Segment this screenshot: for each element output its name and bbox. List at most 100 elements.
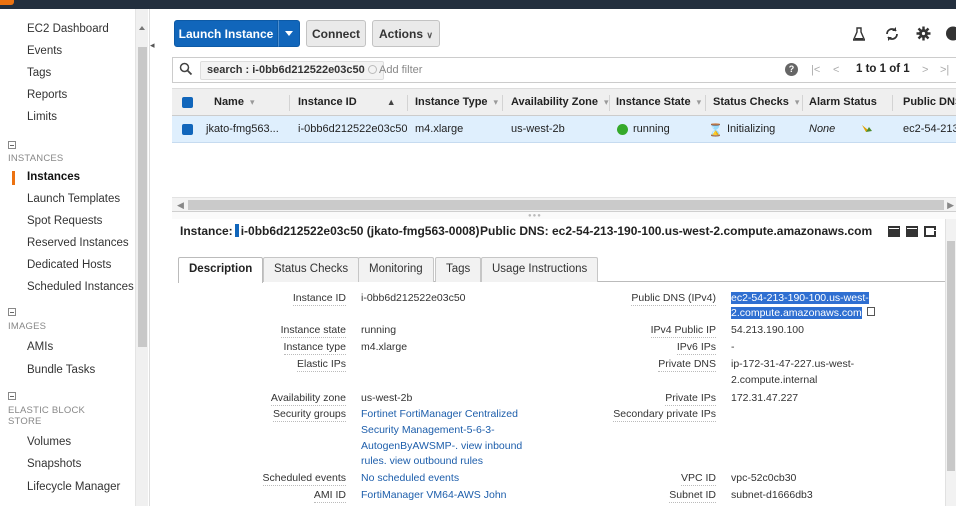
aws-logo[interactable] <box>0 0 14 5</box>
sidebar-item-dedicated-hosts[interactable]: Dedicated Hosts <box>27 259 111 271</box>
filter-help-icon[interactable]: ? <box>785 63 798 76</box>
cell-instance-state: running <box>633 123 670 135</box>
sidebar-scroll-thumb[interactable] <box>138 47 147 347</box>
top-nav-bar <box>0 0 956 9</box>
pane-layout-bottom-icon[interactable] <box>888 226 900 237</box>
tab-tags[interactable]: Tags <box>435 257 482 282</box>
column-instance-type[interactable]: Instance Type ▾ <box>415 89 498 116</box>
collapse-sidebar-icon[interactable]: ◂ <box>150 40 158 54</box>
actions-button[interactable]: Actions ∨ <box>372 20 440 47</box>
label-availability-zone: Availability zone <box>270 392 346 406</box>
label-public-dns: Public DNS (IPv4) <box>631 292 716 306</box>
label-instance-id: Instance ID <box>292 292 346 306</box>
launch-instance-dropdown[interactable] <box>278 20 300 47</box>
cell-public-dns: ec2-54-213- <box>903 123 956 135</box>
filter-token[interactable]: search : i-0bb6d212522e03c50 <box>200 61 384 80</box>
value-instance-state: running <box>361 324 397 336</box>
value-private-ips: 172.31.47.227 <box>731 392 799 404</box>
tab-status-checks[interactable]: Status Checks <box>263 257 360 282</box>
sidebar-item-tags[interactable]: Tags <box>27 67 51 79</box>
tab-description[interactable]: Description <box>178 257 264 283</box>
sidebar-item-spot-requests[interactable]: Spot Requests <box>27 215 102 227</box>
tab-usage-instructions[interactable]: Usage Instructions <box>481 257 599 282</box>
launch-instance-button[interactable]: Launch Instance <box>174 20 278 47</box>
sidebar-item-snapshots[interactable]: Snapshots <box>27 458 81 470</box>
next-page-icon[interactable]: > <box>922 64 928 76</box>
sidebar-item-reports[interactable]: Reports <box>27 89 67 101</box>
sidebar-item-launch-templates[interactable]: Launch Templates <box>27 193 120 205</box>
connect-button[interactable]: Connect <box>306 20 366 47</box>
alarm-bell-icon[interactable] <box>861 123 873 135</box>
table-horizontal-scrollbar[interactable]: ◀ ▶ <box>172 197 956 211</box>
last-page-icon[interactable]: >| <box>940 64 949 76</box>
value-subnet-id[interactable]: subnet-d1666db3 <box>731 487 813 503</box>
collapse-images-icon[interactable] <box>8 308 16 316</box>
sidebar-item-lifecycle-manager[interactable]: Lifecycle Manager <box>27 481 120 493</box>
value-instance-type: m4.xlarge <box>361 341 408 353</box>
collapse-ebs-icon[interactable] <box>8 392 16 400</box>
column-alarm-status[interactable]: Alarm Status <box>809 89 877 116</box>
prev-page-icon[interactable]: < <box>833 64 839 76</box>
sidebar-item-ec2-dashboard[interactable]: EC2 Dashboard <box>27 23 109 35</box>
column-public-dns[interactable]: Public DNS <box>903 89 956 116</box>
detail-scroll-thumb[interactable] <box>947 241 955 471</box>
sidebar-item-events[interactable]: Events <box>27 45 62 57</box>
add-filter-input[interactable]: Add filter <box>379 64 422 76</box>
row-checkbox[interactable] <box>182 124 193 135</box>
filter-token-label: search : i-0bb6d212522e03c50 <box>207 64 365 76</box>
pane-layout-full-icon[interactable] <box>924 226 937 237</box>
tab-monitoring[interactable]: Monitoring <box>358 257 434 282</box>
table-row[interactable]: jkato-fmg563... i-0bb6d212522e03c50 m4.x… <box>172 116 956 143</box>
select-all-checkbox[interactable] <box>182 97 193 108</box>
security-group-link[interactable]: Security Management-5-6-3- <box>361 422 495 438</box>
detail-public-dns-header: Public DNS: ec2-54-213-190-100.us-west-2… <box>480 224 873 238</box>
value-private-dns-line2: 2.compute.internal <box>731 374 818 386</box>
pane-splitter[interactable]: ●●● <box>172 211 956 219</box>
sidebar-item-volumes[interactable]: Volumes <box>27 436 71 448</box>
cell-status-checks: Initializing <box>727 123 776 135</box>
value-public-dns-line2: 2.compute.amazonaws.com <box>731 307 862 319</box>
remove-filter-icon[interactable] <box>367 65 377 74</box>
value-private-dns: ip-172-31-47-227.us-west- <box>731 358 855 370</box>
help-icon[interactable] <box>945 26 956 44</box>
value-ami-id[interactable]: FortiManager VM64-AWS John <box>361 487 507 503</box>
value-ipv4-public-ip: 54.213.190.100 <box>731 324 804 336</box>
collapse-instances-icon[interactable] <box>8 141 16 149</box>
scroll-right-icon[interactable]: ▶ <box>947 200 954 211</box>
sidebar-item-amis[interactable]: AMIs <box>27 341 53 353</box>
sidebar-item-limits[interactable]: Limits <box>27 111 57 123</box>
column-status-checks[interactable]: Status Checks ▾ <box>713 89 799 116</box>
sidebar-item-bundle-tasks[interactable]: Bundle Tasks <box>27 364 95 376</box>
value-scheduled-events[interactable]: No scheduled events <box>361 470 459 486</box>
refresh-icon[interactable] <box>884 26 900 45</box>
gear-icon[interactable] <box>916 26 931 44</box>
scroll-up-icon[interactable] <box>139 26 145 30</box>
sidebar-item-scheduled-instances[interactable]: Scheduled Instances <box>27 281 134 293</box>
column-name[interactable]: Name ▾ <box>214 89 255 116</box>
value-availability-zone: us-west-2b <box>361 392 413 404</box>
label-instance-state: Instance state <box>280 324 346 338</box>
horizontal-scroll-thumb[interactable] <box>188 200 944 210</box>
column-availability-zone[interactable]: Availability Zone ▾ <box>511 89 609 116</box>
scroll-left-icon[interactable]: ◀ <box>177 200 184 211</box>
label-scheduled-events: Scheduled events <box>262 472 346 486</box>
value-vpc-id[interactable]: vpc-52c0cb30 <box>731 470 796 486</box>
sidebar-item-reserved-instances[interactable]: Reserved Instances <box>27 237 129 249</box>
view-outbound-rules-link[interactable]: rules. view outbound rules <box>361 453 483 469</box>
pane-layout-split-icon[interactable] <box>906 226 918 237</box>
first-page-icon[interactable]: |< <box>811 64 820 76</box>
view-inbound-rules-link[interactable]: AutogenByAWSMP-. view inbound <box>361 438 522 454</box>
sidebar-scrollbar[interactable] <box>135 9 148 506</box>
label-ami-id: AMI ID <box>313 489 346 503</box>
sidebar-item-instances[interactable]: Instances <box>27 171 80 183</box>
label-secondary-private-ips: Secondary private IPs <box>613 408 716 422</box>
sidebar: EC2 Dashboard Events Tags Reports Limits… <box>0 9 150 506</box>
copy-icon[interactable] <box>867 307 875 316</box>
column-instance-id[interactable]: Instance ID ▲ <box>298 89 396 116</box>
chevron-down-icon: ∨ <box>426 30 433 40</box>
detail-vertical-scrollbar[interactable] <box>945 219 956 506</box>
flask-icon[interactable] <box>852 27 866 45</box>
column-instance-state[interactable]: Instance State ▾ <box>616 89 701 116</box>
security-group-link[interactable]: Fortinet FortiManager Centralized <box>361 406 518 422</box>
search-filter-bar[interactable]: search : i-0bb6d212522e03c50 Add filter … <box>172 57 956 83</box>
